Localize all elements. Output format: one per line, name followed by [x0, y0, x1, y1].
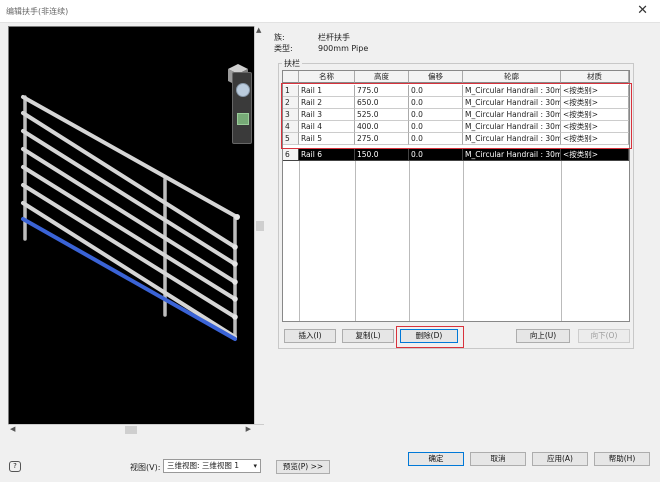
rail-profile-cell[interactable]: M_Circular Handrail : 30m [463, 85, 561, 97]
rails-group-label: 扶栏 [282, 58, 302, 69]
window-title: 编辑扶手(非连续) [6, 7, 69, 16]
3d-preview-viewport[interactable] [8, 26, 264, 434]
title-bar: 编辑扶手(非连续) ✕ [0, 0, 660, 23]
row-number: 5 [283, 133, 299, 145]
view-select[interactable]: 三维视图: 三维视图 1 ▾ [163, 459, 261, 473]
rail-material-cell[interactable]: <按类别> [561, 133, 629, 145]
rail-height-cell[interactable]: 775.0 [355, 85, 409, 97]
row-number: 1 [283, 85, 299, 97]
rail-name-cell[interactable]: Rail 3 [299, 109, 355, 121]
rail-offset-cell[interactable]: 0.0 [409, 109, 463, 121]
rail-name-cell[interactable]: Rail 2 [299, 97, 355, 109]
rail-profile-cell[interactable]: M_Circular Handrail : 30m [463, 149, 561, 161]
column-divider [355, 161, 356, 321]
cancel-button[interactable]: 取消 [470, 452, 526, 466]
rail-offset-cell[interactable]: 0.0 [409, 149, 463, 161]
move-down-button: 向下(O) [578, 329, 630, 343]
move-up-button[interactable]: 向上(U) [516, 329, 570, 343]
family-value: 栏杆扶手 [318, 33, 350, 42]
row-number: 2 [283, 97, 299, 109]
help-button[interactable]: 帮助(H) [594, 452, 650, 466]
column-divider [561, 161, 562, 321]
rail-material-cell[interactable]: <按类别> [561, 109, 629, 121]
rail-offset-cell[interactable]: 0.0 [409, 121, 463, 133]
rail-material-cell[interactable]: <按类别> [561, 97, 629, 109]
close-icon[interactable]: ✕ [637, 3, 648, 18]
type-info: 族: 栏杆扶手 类型: 900mm Pipe [274, 32, 368, 54]
delete-button[interactable]: 删除(D) [400, 329, 458, 343]
table-row[interactable]: 2 Rail 2 650.0 0.0 M_Circular Handrail :… [283, 97, 629, 109]
table-row[interactable]: 1 Rail 1 775.0 0.0 M_Circular Handrail :… [283, 85, 629, 97]
scroll-up-icon[interactable]: ▲ [256, 26, 261, 34]
type-label: 类型: [274, 44, 293, 53]
rail-height-cell[interactable]: 650.0 [355, 97, 409, 109]
viewport-vertical-scrollbar[interactable]: ▲ ▼ [254, 26, 265, 434]
rail-height-cell[interactable]: 400.0 [355, 121, 409, 133]
scroll-thumb[interactable] [256, 221, 264, 231]
row-number: 6 [283, 149, 299, 161]
ok-button[interactable]: 确定 [408, 452, 464, 466]
rail-profile-cell[interactable]: M_Circular Handrail : 30m [463, 97, 561, 109]
copy-button[interactable]: 复制(L) [342, 329, 394, 343]
column-divider [463, 161, 464, 321]
rail-offset-cell[interactable]: 0.0 [409, 97, 463, 109]
rail-profile-cell[interactable]: M_Circular Handrail : 30m [463, 121, 561, 133]
apply-button[interactable]: 应用(A) [532, 452, 588, 466]
header-name: 名称 [299, 71, 355, 83]
rail-material-cell[interactable]: <按类别> [561, 121, 629, 133]
column-divider [409, 161, 410, 321]
insert-button[interactable]: 插入(I) [284, 329, 336, 343]
header-offset: 偏移 [409, 71, 463, 83]
rail-name-cell[interactable]: Rail 4 [299, 121, 355, 133]
header-material: 材质 [561, 71, 629, 83]
rail-profile-cell[interactable]: M_Circular Handrail : 30m [463, 109, 561, 121]
table-row[interactable]: 3 Rail 3 525.0 0.0 M_Circular Handrail :… [283, 109, 629, 121]
rail-height-cell[interactable]: 275.0 [355, 133, 409, 145]
chevron-down-icon: ▾ [253, 462, 257, 470]
rails-table[interactable]: 名称 高度 偏移 轮廓 材质 1 Rail 1 775.0 0.0 M_Circ… [282, 70, 630, 322]
header-profile: 轮廓 [463, 71, 561, 83]
rails [21, 95, 239, 339]
rail-offset-cell[interactable]: 0.0 [409, 133, 463, 145]
scroll-left-icon[interactable]: ◀ [10, 425, 15, 433]
table-row[interactable]: 4 Rail 4 400.0 0.0 M_Circular Handrail :… [283, 121, 629, 133]
navigation-bar[interactable] [232, 72, 252, 144]
header-num [283, 71, 299, 83]
row-number: 3 [283, 109, 299, 121]
rail-offset-cell[interactable]: 0.0 [409, 85, 463, 97]
viewport-horizontal-scrollbar[interactable]: ◀ ▶ [8, 424, 264, 435]
rail-name-cell[interactable]: Rail 1 [299, 85, 355, 97]
preview-button[interactable]: 预览(P) >> [276, 460, 330, 474]
rail-name-cell[interactable]: Rail 6 [299, 149, 355, 161]
rail-height-cell[interactable]: 525.0 [355, 109, 409, 121]
table-row[interactable]: 5 Rail 5 275.0 0.0 M_Circular Handrail :… [283, 133, 629, 145]
zoom-icon[interactable] [237, 113, 249, 125]
rail-name-cell[interactable]: Rail 5 [299, 133, 355, 145]
scroll-right-icon[interactable]: ▶ [246, 425, 251, 433]
table-row-selected[interactable]: 6 Rail 6 150.0 0.0 M_Circular Handrail :… [283, 149, 629, 161]
view-select-value: 三维视图: 三维视图 1 [167, 461, 240, 470]
view-label: 视图(V): [130, 463, 161, 472]
header-height: 高度 [355, 71, 409, 83]
help-tip-icon[interactable]: ? [9, 461, 21, 472]
rail-material-cell[interactable]: <按类别> [561, 149, 629, 161]
type-value: 900mm Pipe [318, 44, 369, 53]
row-number: 4 [283, 121, 299, 133]
table-header: 名称 高度 偏移 轮廓 材质 [283, 71, 629, 83]
steering-wheel-icon[interactable] [236, 83, 250, 97]
railing-3d-preview [21, 95, 240, 341]
scroll-thumb[interactable] [125, 426, 137, 434]
rail-profile-cell[interactable]: M_Circular Handrail : 30m [463, 133, 561, 145]
rail-height-cell[interactable]: 150.0 [355, 149, 409, 161]
column-divider [299, 161, 300, 321]
family-label: 族: [274, 33, 285, 42]
rail-material-cell[interactable]: <按类别> [561, 85, 629, 97]
